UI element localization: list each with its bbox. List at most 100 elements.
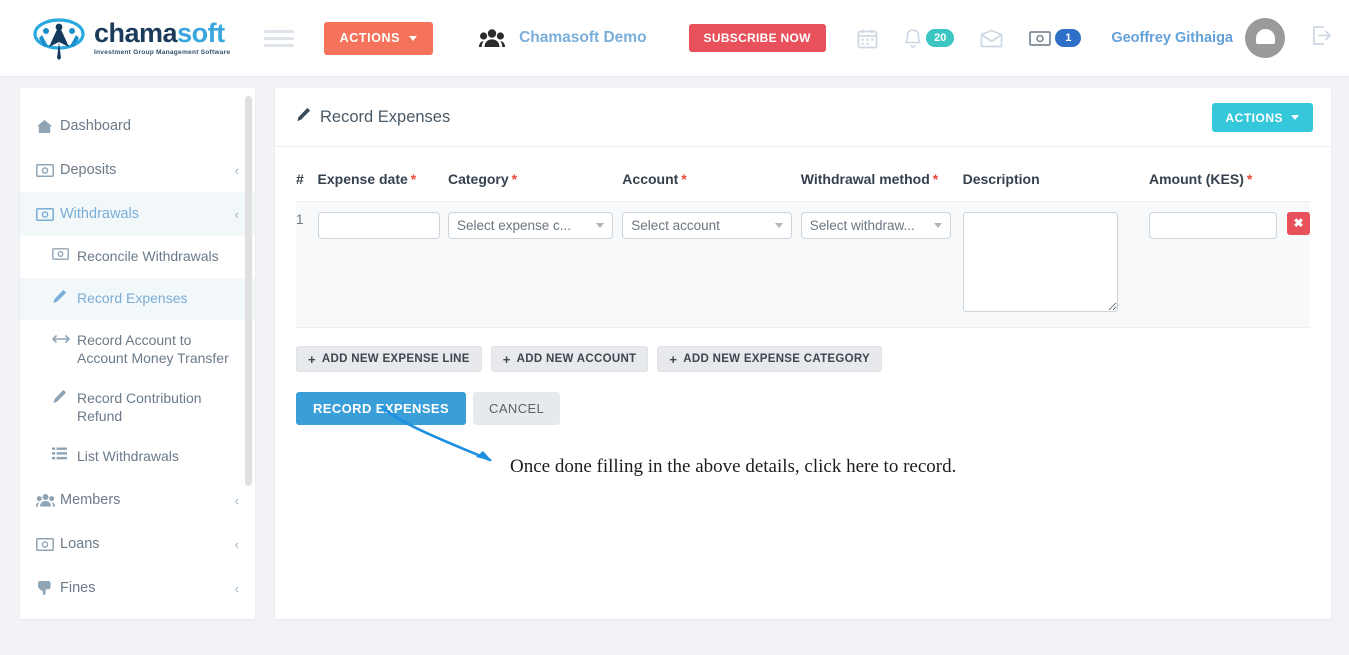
avatar[interactable] — [1245, 18, 1285, 58]
column-label: Account — [622, 171, 679, 187]
people-icon — [479, 29, 506, 47]
home-icon — [36, 119, 60, 134]
notifications-button[interactable]: 20 — [904, 28, 955, 49]
sidebar-item-withdrawals[interactable]: Withdrawals ‹ — [20, 192, 255, 236]
sidebar-item-members[interactable]: Members ‹ — [20, 478, 255, 522]
subscribe-now-button[interactable]: SUBSCRIBE NOW — [688, 24, 826, 52]
record-expenses-button[interactable]: RECORD EXPENSES — [296, 392, 467, 425]
chamasoft-logo-icon — [33, 18, 85, 60]
sidebar-scrollbar[interactable] — [245, 96, 252, 486]
money-icon — [1029, 30, 1052, 46]
money-icon — [36, 207, 60, 221]
hamburger-menu-icon[interactable] — [263, 26, 294, 51]
sidebar-item-label: Loans — [60, 535, 100, 552]
column-label: Expense date — [317, 171, 408, 187]
description-cell — [962, 201, 1149, 328]
sidebar-item-label: Deposits — [60, 161, 117, 178]
calendar-icon[interactable] — [857, 28, 878, 49]
account-select[interactable]: Select account — [622, 212, 793, 239]
sidebar-item-label: Dashboard — [60, 117, 131, 134]
sidebar-item-label: Fines — [60, 579, 96, 596]
amount-cell: ✖ — [1149, 201, 1310, 328]
add-new-account-button[interactable]: + ADD NEW ACCOUNT — [490, 346, 649, 372]
withdrawal-method-select[interactable]: Select withdraw... — [800, 212, 951, 239]
sidebar-item-dashboard[interactable]: Dashboard — [20, 104, 255, 148]
amount-input[interactable] — [1149, 212, 1277, 239]
expense-date-cell — [317, 201, 448, 328]
column-header-category: Category * — [448, 171, 622, 202]
logo-word-secondary: soft — [177, 17, 225, 48]
column-label: Amount (KES) — [1149, 171, 1244, 187]
messages-icon[interactable] — [980, 29, 1003, 48]
withdrawal-method-cell: Select withdraw... — [800, 201, 963, 328]
chevron-left-icon: ‹ — [234, 206, 239, 222]
sidebar-item-label: List Withdrawals — [77, 448, 179, 464]
pencil-icon — [296, 107, 311, 127]
plus-icon: + — [308, 351, 316, 367]
logout-icon[interactable] — [1311, 25, 1333, 51]
list-icon — [52, 436, 77, 463]
app-logo[interactable]: chamasoft Investment Group Management So… — [28, 16, 230, 60]
sidebar-item-fines[interactable]: Fines ‹ — [20, 566, 255, 610]
column-header-account: Account * — [622, 171, 800, 202]
add-new-expense-line-button[interactable]: + ADD NEW EXPENSE LINE — [296, 346, 482, 372]
row-number: 1 — [296, 212, 304, 227]
plus-icon: + — [502, 351, 511, 367]
pencil-icon — [52, 278, 77, 307]
sidebar-item-deposits[interactable]: Deposits ‹ — [20, 148, 255, 192]
cancel-button[interactable]: CANCEL — [473, 392, 561, 425]
bell-icon — [905, 28, 921, 48]
transfer-icon — [52, 320, 77, 347]
delete-row-button[interactable]: ✖ — [1287, 212, 1310, 235]
column-label: # — [296, 171, 304, 187]
chevron-down-icon — [933, 223, 942, 228]
add-button-label: ADD NEW ACCOUNT — [516, 353, 637, 365]
required-marker: * — [511, 171, 518, 187]
table-row: 1 Select expense c... Select account Sel… — [296, 201, 1310, 328]
sidebar-item-record-contribution-refund[interactable]: Record Contribution Refund — [20, 378, 255, 436]
category-select-value: Select expense c... — [456, 218, 572, 233]
sidebar-item-loans[interactable]: Loans ‹ — [20, 522, 255, 566]
sidebar-navigation: Dashboard Deposits ‹ Withdrawals ‹ Recon… — [20, 88, 255, 619]
chevron-left-icon: ‹ — [234, 492, 239, 508]
annotation-text: Once done filling in the above details, … — [510, 456, 957, 477]
column-label: Description — [962, 171, 1040, 187]
user-name-label[interactable]: Geoffrey Githaiga — [1111, 30, 1233, 46]
required-marker: * — [932, 171, 939, 187]
chevron-left-icon: ‹ — [234, 580, 239, 596]
add-new-expense-category-button[interactable]: + ADD NEW EXPENSE CATEGORY — [657, 346, 883, 372]
required-marker: * — [1246, 171, 1253, 187]
people-icon — [36, 493, 60, 507]
account-cell: Select account — [622, 201, 801, 328]
chevron-left-icon: ‹ — [234, 162, 239, 178]
header-right-tools: 20 1 Geoffrey Githaiga — [831, 18, 1333, 58]
column-header-description: Description — [963, 171, 1149, 202]
column-label: Withdrawal method — [800, 171, 930, 187]
card-actions-button[interactable]: ACTIONS — [1211, 103, 1313, 132]
sidebar-item-reconcile-withdrawals[interactable]: Reconcile Withdrawals — [20, 236, 255, 278]
expense-date-input[interactable] — [317, 212, 440, 239]
sidebar-item-record-expenses[interactable]: Record Expenses — [20, 278, 255, 320]
card-actions-label: ACTIONS — [1225, 110, 1283, 125]
current-group[interactable]: Chamasoft Demo — [479, 28, 647, 48]
top-header-bar: chamasoft Investment Group Management So… — [0, 0, 1349, 77]
header-actions-button[interactable]: ACTIONS — [323, 21, 434, 55]
thumbs-down-icon — [36, 580, 60, 596]
page-title: Record Expenses — [296, 107, 450, 127]
description-textarea[interactable] — [962, 212, 1118, 312]
row-number-cell: 1 — [296, 201, 318, 328]
required-marker: * — [681, 171, 687, 187]
expense-table: # Expense date * Category * Account * Withd… — [296, 171, 1310, 328]
sidebar-item-list-withdrawals[interactable]: List Withdrawals — [20, 436, 255, 478]
column-header-expense-date: Expense date * — [318, 171, 448, 202]
required-marker: * — [410, 171, 417, 187]
category-cell: Select expense c... — [447, 201, 623, 328]
logo-wordmark: chamasoft Investment Group Management So… — [94, 17, 230, 57]
payments-button[interactable]: 1 — [1029, 29, 1082, 47]
add-button-label: ADD NEW EXPENSE CATEGORY — [683, 353, 871, 365]
chevron-left-icon: ‹ — [234, 536, 239, 552]
header-actions-label: ACTIONS — [339, 30, 401, 45]
sidebar-item-record-account-transfer[interactable]: Record Account to Account Money Transfer — [20, 320, 255, 378]
logo-word-primary: chama — [94, 17, 178, 48]
category-select[interactable]: Select expense c... — [447, 212, 613, 239]
